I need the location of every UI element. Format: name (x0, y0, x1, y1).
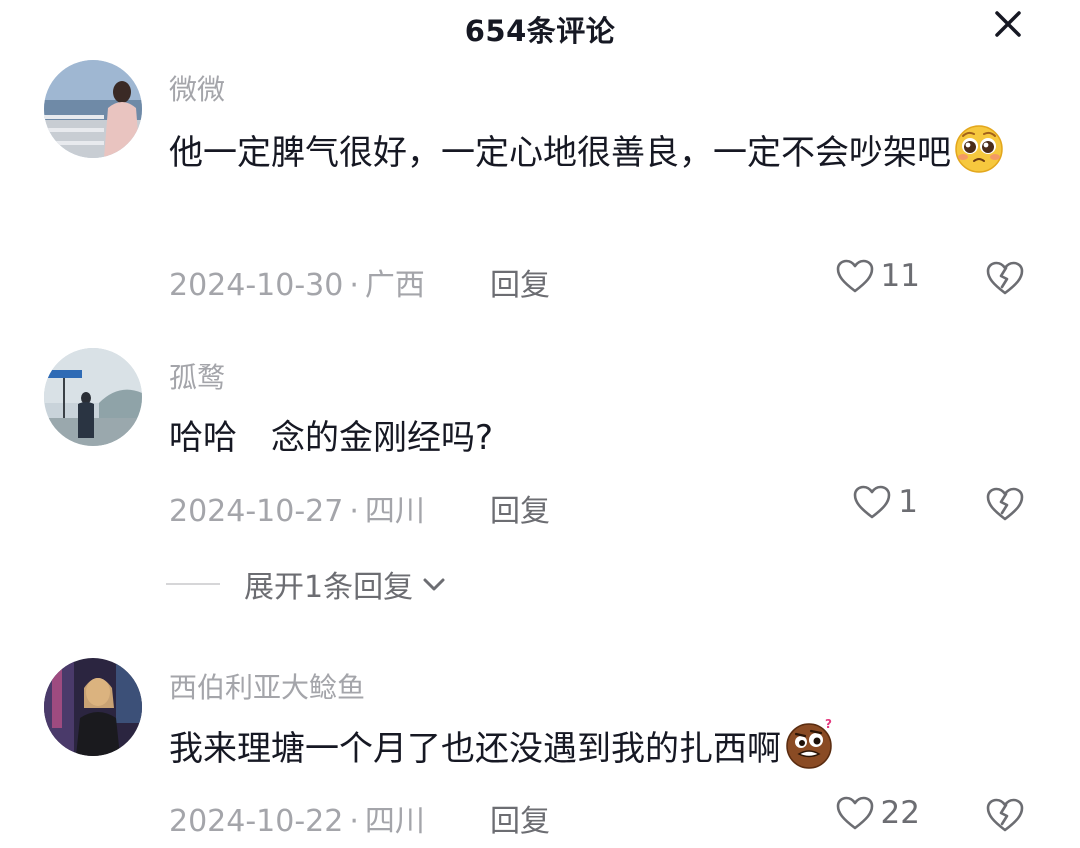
comment-text: 他一定脾气很好，一定心地很善良，一定不会吵架吧 (169, 122, 1019, 183)
confused-face-emoji: ? (783, 718, 835, 770)
broken-heart-icon (986, 261, 1024, 295)
comment-text-content: 我来理塘一个月了也还没遇到我的扎西啊 (169, 729, 781, 769)
reply-button[interactable]: 回复 (490, 486, 550, 530)
comment-meta: 2024-10-27 · 四川 (169, 486, 425, 530)
like-count: 11 (880, 258, 920, 294)
dislike-button[interactable] (985, 259, 1025, 297)
avatar[interactable] (44, 348, 142, 446)
username[interactable]: 孤鹜 (169, 356, 225, 396)
comment-date: 2024-10-27 (169, 494, 344, 529)
comment-count-title: 654条评论 (464, 14, 616, 48)
expand-replies-button[interactable]: 展开1条回复 (166, 562, 449, 606)
like-button[interactable]: 1 (852, 484, 918, 520)
heart-outline-icon (836, 259, 873, 293)
like-button[interactable]: 11 (835, 258, 920, 294)
meta-separator: · (349, 268, 359, 303)
comment-meta: 2024-10-22 · 四川 (169, 796, 425, 840)
heart-outline-icon (836, 796, 873, 830)
pleading-face-emoji (953, 122, 1005, 174)
comment-date: 2024-10-22 (169, 804, 344, 839)
comment-text-content: 他一定脾气很好，一定心地很善良，一定不会吵架吧 (169, 133, 951, 173)
username[interactable]: 西伯利亚大鲶鱼 (169, 666, 365, 706)
comments-header: 654条评论 (0, 0, 1080, 56)
broken-heart-icon (986, 798, 1024, 832)
broken-heart-icon (986, 487, 1024, 521)
reply-button[interactable]: 回复 (490, 260, 550, 304)
like-button[interactable]: 22 (835, 795, 920, 831)
close-button[interactable] (988, 4, 1028, 44)
comment-text-content: 哈哈 念的金刚经吗? (169, 418, 494, 458)
dislike-button[interactable] (985, 485, 1025, 523)
comment-location: 四川 (364, 804, 425, 839)
meta-separator: · (349, 494, 359, 529)
close-icon (995, 11, 1021, 37)
avatar[interactable] (44, 60, 142, 158)
comment-text: 我来理塘一个月了也还没遇到我的扎西啊 ? (169, 718, 1019, 779)
like-count: 22 (880, 795, 920, 831)
expand-replies-label: 展开1条回复 (244, 570, 414, 605)
chevron-down-icon (423, 578, 445, 591)
dislike-button[interactable] (985, 796, 1025, 834)
comment-text: 哈哈 念的金刚经吗? (169, 408, 1019, 468)
comment-date: 2024-10-30 (169, 268, 344, 303)
heart-outline-icon (853, 485, 891, 519)
comment-meta: 2024-10-30 · 广西 (169, 260, 425, 304)
reply-button[interactable]: 回复 (490, 796, 550, 840)
comment-location: 广西 (364, 268, 425, 303)
meta-separator: · (349, 804, 359, 839)
divider-line (166, 583, 220, 585)
username[interactable]: 微微 (169, 68, 225, 108)
svg-text:?: ? (825, 718, 832, 731)
like-count: 1 (898, 484, 918, 520)
comment-location: 四川 (364, 494, 425, 529)
avatar[interactable] (44, 658, 142, 756)
